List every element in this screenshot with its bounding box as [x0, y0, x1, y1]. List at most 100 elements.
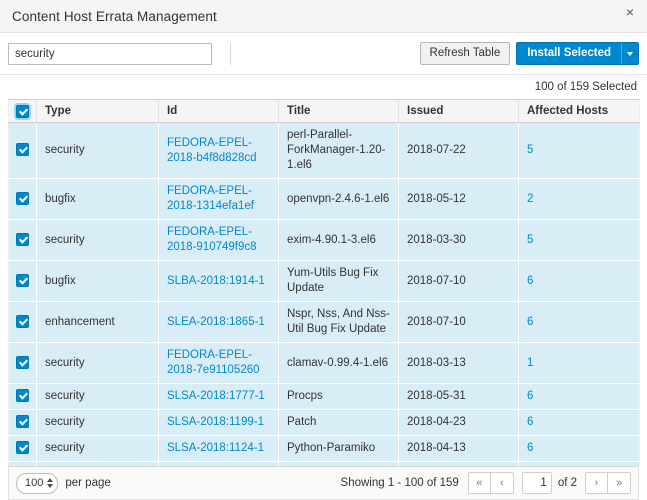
column-header-title[interactable]: Title — [278, 99, 399, 123]
cell-id-text[interactable]: SLSA-2018:1777-1 — [167, 390, 265, 402]
row-checkbox[interactable] — [16, 273, 29, 287]
cell-id[interactable]: FEDORA-EPEL-2018-1314efa1ef — [158, 178, 279, 220]
cell-affected-hosts[interactable]: 2 — [518, 178, 640, 220]
table-row[interactable]: security SLSA-2018:1777-1 Procps 2018-05-31… — [8, 383, 640, 410]
cell-id[interactable]: FEDORA-EPEL-2018-910749f9c8 — [158, 219, 279, 261]
row-select-cell — [8, 260, 37, 302]
spinner-arrows-icon — [47, 478, 54, 488]
cell-affected-hosts[interactable]: 6 — [518, 383, 640, 410]
refresh-table-button[interactable]: Refresh Table — [419, 42, 511, 65]
cell-title: Yum-Utils Bug Fix Update — [278, 260, 399, 302]
toolbar-actions: Refresh Table Install Selected — [419, 42, 639, 65]
search-input[interactable] — [8, 42, 212, 65]
cell-affected-hosts-text[interactable]: 6 — [527, 416, 533, 428]
column-header-id[interactable]: Id — [158, 99, 279, 123]
row-checkbox[interactable] — [16, 441, 29, 455]
cell-type-text: security — [45, 233, 85, 246]
cell-affected-hosts-text[interactable]: 6 — [527, 442, 533, 454]
cell-affected-hosts[interactable]: 5 — [518, 219, 640, 261]
selection-summary: 100 of 159 Selected — [0, 75, 647, 99]
cell-affected-hosts[interactable]: 1 — [518, 342, 640, 384]
cell-id[interactable]: SLSA-2018:1777-1 — [158, 383, 279, 410]
cell-issued-text: 2018-07-10 — [407, 274, 466, 287]
cell-type: bugfix — [36, 260, 159, 302]
cell-issued: 2018-07-22 — [398, 122, 519, 179]
cell-affected-hosts-text[interactable]: 6 — [527, 275, 533, 287]
cell-id-text[interactable]: SLEA-2018:1865-1 — [167, 316, 265, 328]
row-select-cell — [8, 409, 37, 436]
table-row[interactable]: security FEDORA-EPEL-2018-b4f8d828cd perl-… — [8, 122, 640, 179]
cell-affected-hosts-text[interactable]: 2 — [527, 193, 533, 205]
previous-page-button[interactable]: ‹ — [490, 472, 514, 494]
row-checkbox[interactable] — [16, 314, 29, 328]
showing-range-text: Showing 1 - 100 of 159 — [340, 477, 459, 489]
cell-id-text[interactable]: FEDORA-EPEL-2018-b4f8d828cd — [167, 137, 257, 164]
row-checkbox[interactable] — [16, 191, 29, 205]
table-row[interactable]: security SLSA-2018:1124-1 Python-Paramiko 2… — [8, 435, 640, 462]
per-page-select[interactable]: 100 — [16, 472, 59, 494]
cell-id-text[interactable]: FEDORA-EPEL-2018-910749f9c8 — [167, 226, 257, 253]
row-select-cell — [8, 435, 37, 462]
arrow-up-icon — [47, 478, 54, 482]
column-header-type[interactable]: Type — [36, 99, 159, 123]
last-page-button[interactable]: » — [608, 472, 631, 494]
cell-id-text[interactable]: SLSA-2018:1124-1 — [167, 442, 264, 454]
cell-affected-hosts[interactable]: 6 — [518, 260, 640, 302]
cell-id[interactable]: SLSA-2018:1124-1 — [158, 435, 279, 462]
table-row[interactable]: security FEDORA-EPEL-2018-7e91105260 clama… — [8, 342, 640, 384]
cell-id[interactable]: SLBA-2018:1914-1 — [158, 260, 279, 302]
selection-count-text: 100 of 159 Selected — [534, 81, 637, 93]
cell-id-text[interactable]: SLBA-2018:1914-1 — [167, 275, 265, 287]
cell-id[interactable]: FEDORA-EPEL-2018-7e91105260 — [158, 342, 279, 384]
cell-affected-hosts-text[interactable]: 1 — [527, 357, 533, 369]
cell-affected-hosts-text[interactable]: 6 — [527, 390, 533, 402]
cell-type: security — [36, 383, 159, 410]
cell-id[interactable]: FEDORA-EPEL-2018-b4f8d828cd — [158, 122, 279, 179]
cell-issued: 2018-07-10 — [398, 260, 519, 302]
cell-issued-text: 2018-03-30 — [407, 233, 466, 246]
row-checkbox[interactable] — [16, 232, 29, 246]
column-header-affected-hosts[interactable]: Affected Hosts — [518, 99, 640, 123]
first-page-button[interactable]: « — [467, 472, 491, 494]
cell-affected-hosts[interactable]: 6 — [518, 301, 640, 343]
cell-title-text: Python-Paramiko — [287, 442, 376, 454]
cell-type-text: enhancement — [45, 315, 115, 328]
cell-id[interactable]: SLSA-2018:1199-1 — [158, 409, 279, 436]
table-row[interactable]: enhancement SLEA-2018:1865-1 Nspr, Nss, An… — [8, 301, 640, 343]
cell-issued-text: 2018-03-13 — [407, 356, 466, 369]
table-row[interactable]: bugfix FEDORA-EPEL-2018-1314efa1ef openvpn… — [8, 178, 640, 220]
cell-issued: 2018-04-23 — [398, 409, 519, 436]
table-row[interactable]: security FEDORA-EPEL-2018-910749f9c8 exim-… — [8, 219, 640, 261]
row-checkbox[interactable] — [16, 415, 29, 429]
total-pages-label: of 2 — [557, 477, 577, 489]
row-checkbox[interactable] — [16, 389, 29, 403]
cell-id-text[interactable]: FEDORA-EPEL-2018-7e91105260 — [167, 349, 260, 376]
cell-id-text[interactable]: SLSA-2018:1199-1 — [167, 416, 264, 428]
cell-affected-hosts-text[interactable]: 5 — [527, 234, 533, 246]
cell-issued-text: 2018-05-12 — [407, 192, 466, 205]
page-number-input[interactable] — [521, 472, 552, 494]
cell-type: security — [36, 409, 159, 436]
next-page-button[interactable]: › — [585, 472, 608, 494]
table-row[interactable]: security SLSA-2018:1199-1 Patch 2018-04-23 6 — [8, 409, 640, 436]
table-footer: 100 per page Showing 1 - 100 of 159 « ‹ … — [8, 466, 639, 500]
cell-affected-hosts[interactable]: 6 — [518, 435, 640, 462]
cell-id-text[interactable]: FEDORA-EPEL-2018-1314efa1ef — [167, 185, 254, 212]
cell-affected-hosts[interactable]: 6 — [518, 409, 640, 436]
cell-affected-hosts-text[interactable]: 5 — [527, 144, 533, 156]
errata-modal: Content Host Errata Management × Refresh… — [0, 0, 647, 500]
row-checkbox[interactable] — [16, 143, 29, 157]
row-checkbox[interactable] — [16, 355, 29, 369]
cell-issued-text: 2018-07-10 — [407, 315, 466, 328]
table-head: Type Id Title Issued Affected Hosts — [8, 99, 640, 123]
select-all-checkbox[interactable] — [16, 104, 29, 118]
close-icon[interactable]: × — [622, 4, 638, 20]
cell-affected-hosts[interactable]: 5 — [518, 122, 640, 179]
column-header-issued[interactable]: Issued — [398, 99, 519, 123]
install-selected-button[interactable]: Install Selected — [516, 42, 621, 65]
table-row[interactable]: bugfix SLBA-2018:1914-1 Yum-Utils Bug Fix … — [8, 260, 640, 302]
cell-id[interactable]: SLEA-2018:1865-1 — [158, 301, 279, 343]
cell-affected-hosts-text[interactable]: 6 — [527, 316, 533, 328]
install-selected-dropdown-button[interactable] — [621, 42, 639, 65]
page-title: Content Host Errata Management — [12, 8, 217, 24]
